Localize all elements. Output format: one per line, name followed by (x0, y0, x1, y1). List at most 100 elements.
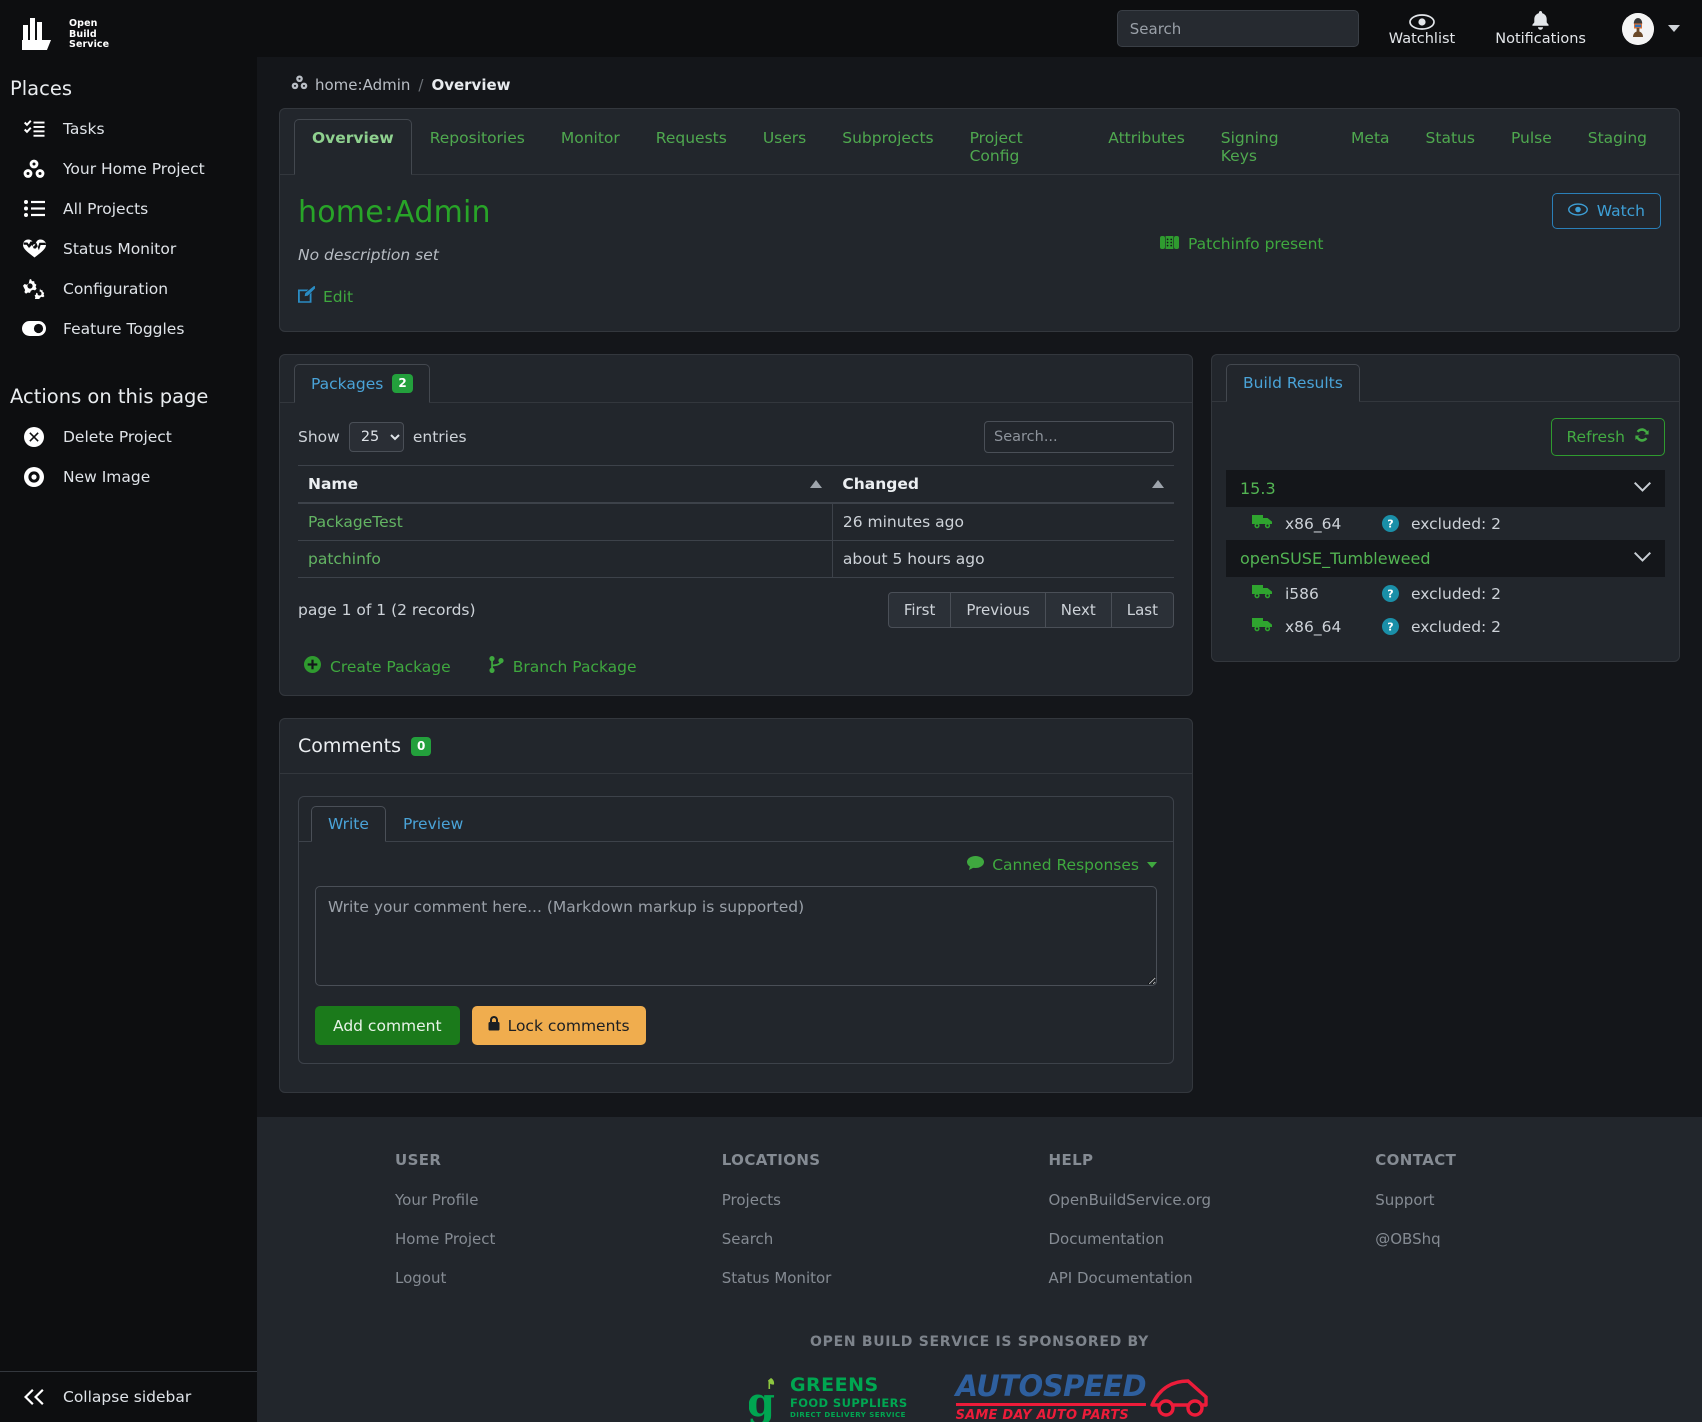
comments-panel: Comments 0 Write Preview (279, 718, 1193, 1093)
project-card: Overview Repositories Monitor Requests U… (279, 108, 1680, 332)
column-header-name[interactable]: Name (298, 466, 832, 504)
table-row[interactable]: patchinfo about 5 hours ago (298, 541, 1174, 578)
architecture-label: i586 (1285, 585, 1319, 603)
package-name-cell[interactable]: PackageTest (298, 503, 832, 541)
tab-packages[interactable]: Packages 2 (294, 364, 430, 403)
package-link[interactable]: PackageTest (308, 513, 403, 531)
sidebar-item-tasks[interactable]: Tasks (0, 109, 257, 149)
tab-repositories[interactable]: Repositories (412, 119, 543, 175)
repository-header-15-3[interactable]: 15.3 (1226, 470, 1665, 507)
package-name-cell[interactable]: patchinfo (298, 541, 832, 578)
greens-food-suppliers-logo[interactable]: g GREENS FOOD SUPPLIERS DIRECT DELIVERY … (749, 1376, 908, 1422)
architecture-status: ? excluded: 2 (1382, 618, 1501, 636)
sidebar-item-status-monitor[interactable]: Status Monitor (0, 229, 257, 269)
question-circle-icon: ? (1382, 515, 1399, 532)
branch-package-button[interactable]: Branch Package (489, 656, 637, 677)
architecture-row[interactable]: i586 ? excluded: 2 (1226, 577, 1665, 610)
branch-package-label: Branch Package (513, 658, 637, 676)
footer-link-documentation[interactable]: Documentation (1049, 1230, 1376, 1248)
footer-link-home-project[interactable]: Home Project (395, 1230, 722, 1248)
page-title: home:Admin (298, 195, 1661, 230)
tab-pulse[interactable]: Pulse (1493, 119, 1570, 175)
content-scroll[interactable]: home:Admin / Overview Overview Repositor… (257, 57, 1702, 1422)
add-comment-button[interactable]: Add comment (315, 1006, 460, 1045)
architecture-row[interactable]: x86_64 ? excluded: 2 (1226, 507, 1665, 540)
autospeed-logo[interactable]: AUTOSPEED SAME DAY AUTO PARTS (956, 1372, 1210, 1422)
sidebar-item-new-image[interactable]: New Image (0, 457, 257, 497)
obs-logo-text: Open Build Service (69, 16, 109, 51)
tab-write[interactable]: Write (311, 806, 386, 842)
tab-subprojects[interactable]: Subprojects (824, 119, 951, 175)
package-link[interactable]: patchinfo (308, 550, 381, 568)
watchlist-button[interactable]: Watchlist (1379, 10, 1465, 47)
footer-link-status-monitor[interactable]: Status Monitor (722, 1269, 1049, 1287)
sidebar-item-configuration[interactable]: Configuration (0, 269, 257, 309)
user-menu[interactable] (1622, 13, 1680, 45)
lock-comments-button[interactable]: Lock comments (472, 1006, 646, 1045)
architecture-label: x86_64 (1285, 515, 1341, 533)
packages-search-input[interactable] (984, 421, 1174, 453)
refresh-button[interactable]: Refresh (1551, 418, 1665, 456)
obs-logo[interactable]: Open Build Service (0, 0, 257, 51)
canned-responses-button[interactable]: Canned Responses (967, 856, 1157, 874)
comment-textarea[interactable] (315, 886, 1157, 986)
tab-requests[interactable]: Requests (638, 119, 745, 175)
tab-signing-keys[interactable]: Signing Keys (1203, 119, 1333, 175)
pagination-next[interactable]: Next (1045, 592, 1112, 628)
architecture-row[interactable]: x86_64 ? excluded: 2 (1226, 610, 1665, 643)
svg-text:?: ? (1387, 587, 1393, 600)
tab-build-results[interactable]: Build Results (1226, 364, 1360, 402)
tab-users[interactable]: Users (745, 119, 824, 175)
patchinfo-status: Patchinfo present (1160, 235, 1324, 253)
packages-tabbar: Packages 2 (280, 355, 1192, 403)
tab-overview[interactable]: Overview (294, 119, 412, 175)
edit-pencil-icon (298, 286, 315, 307)
collapse-sidebar-button[interactable]: Collapse sidebar (0, 1371, 257, 1422)
pagination-first[interactable]: First (888, 592, 952, 628)
sidebar-item-your-home-project[interactable]: Your Home Project (0, 149, 257, 189)
breadcrumb-project-link[interactable]: home:Admin (291, 75, 410, 94)
comment-editor-inner: Canned Responses Add comment (299, 842, 1173, 1063)
chevron-down-icon (1147, 862, 1157, 868)
comments-body: Write Preview (280, 774, 1192, 1092)
edit-project-link[interactable]: Edit (298, 286, 353, 307)
footer-link-api-documentation[interactable]: API Documentation (1049, 1269, 1376, 1287)
footer-heading: CONTACT (1375, 1151, 1702, 1169)
sidebar-item-all-projects[interactable]: All Projects (0, 189, 257, 229)
footer-link-support[interactable]: Support (1375, 1191, 1702, 1209)
repository-header-opensuse-tumbleweed[interactable]: openSUSE_Tumbleweed (1226, 540, 1665, 577)
notifications-button[interactable]: Notifications (1485, 10, 1596, 47)
tab-staging[interactable]: Staging (1570, 119, 1665, 175)
page-size-select[interactable]: 25 (349, 422, 404, 452)
tab-preview[interactable]: Preview (386, 806, 480, 842)
tab-project-config[interactable]: Project Config (952, 119, 1091, 175)
pagination-last[interactable]: Last (1111, 592, 1174, 628)
delete-circle-icon (22, 426, 46, 448)
right-column: Build Results Refresh (1211, 354, 1680, 662)
sort-ascending-icon (810, 480, 822, 488)
search-input[interactable] (1117, 10, 1359, 47)
refresh-label: Refresh (1566, 428, 1625, 446)
breadcrumb-current: Overview (431, 76, 510, 94)
footer-link-logout[interactable]: Logout (395, 1269, 722, 1287)
footer-link-your-profile[interactable]: Your Profile (395, 1191, 722, 1209)
architecture-status-label: excluded: 2 (1411, 585, 1501, 603)
pagination-previous[interactable]: Previous (950, 592, 1045, 628)
watch-button[interactable]: Watch (1552, 193, 1661, 229)
footer-link-search[interactable]: Search (722, 1230, 1049, 1248)
sidebar-item-feature-toggles[interactable]: Feature Toggles (0, 309, 257, 349)
sidebar-item-delete-project[interactable]: Delete Project (0, 417, 257, 457)
tab-meta[interactable]: Meta (1333, 119, 1408, 175)
column-header-changed[interactable]: Changed (832, 466, 1174, 504)
create-package-button[interactable]: Create Package (304, 656, 451, 677)
footer-link-projects[interactable]: Projects (722, 1191, 1049, 1209)
tab-status[interactable]: Status (1408, 119, 1493, 175)
tab-monitor[interactable]: Monitor (543, 119, 638, 175)
comments-count-badge: 0 (411, 737, 431, 756)
tab-attributes[interactable]: Attributes (1090, 119, 1203, 175)
architecture-name-cell: x86_64 (1252, 617, 1382, 636)
build-truck-icon (1252, 584, 1273, 603)
footer-link-obshq[interactable]: @OBShq (1375, 1230, 1702, 1248)
footer-link-openbuildservice-org[interactable]: OpenBuildService.org (1049, 1191, 1376, 1209)
table-row[interactable]: PackageTest 26 minutes ago (298, 503, 1174, 541)
